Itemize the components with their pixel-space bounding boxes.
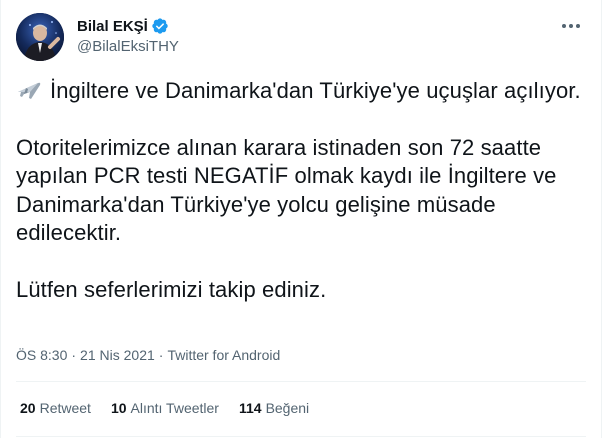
- tweet-paragraph-1: İngiltere ve Danimarka'dan Türkiye'ye uç…: [16, 77, 588, 106]
- tweet-text: İngiltere ve Danimarka'dan Türkiye'ye uç…: [16, 77, 588, 304]
- tweet-paragraph-1-text: İngiltere ve Danimarka'dan Türkiye'ye uç…: [50, 78, 581, 103]
- tweet-header: Bilal EKŞİ @BilalEksiTHY: [16, 13, 586, 61]
- quotes-label: Alıntı Tweetler: [130, 400, 219, 416]
- quotes-count: 10: [110, 400, 127, 416]
- tweet-time[interactable]: ÖS 8:30: [16, 347, 67, 363]
- likes-stat[interactable]: 114 Beğeni: [239, 400, 309, 416]
- likes-count: 114: [238, 400, 262, 416]
- verified-badge-icon: [152, 18, 168, 34]
- tweet-stats: 20 Retweet 10 Alıntı Tweetler 114 Beğeni: [20, 400, 329, 416]
- more-options-button[interactable]: [560, 19, 582, 33]
- tweet-paragraph-3: Lütfen seferlerimizi takip ediniz.: [16, 276, 327, 302]
- retweets-label: Retweet: [39, 400, 91, 416]
- author-block: Bilal EKŞİ @BilalEksiTHY: [77, 16, 179, 56]
- tweet-card: Bilal EKŞİ @BilalEksiTHY İngiltere ve Da…: [0, 0, 602, 438]
- likes-label: Beğeni: [265, 400, 310, 416]
- quotes-stat[interactable]: 10 Alıntı Tweetler: [111, 400, 219, 416]
- display-name[interactable]: Bilal EKŞİ: [77, 18, 148, 35]
- meta-separator: ·: [71, 347, 77, 363]
- author-handle[interactable]: @BilalEksiTHY: [77, 38, 179, 55]
- airplane-icon: [18, 82, 41, 99]
- more-dots-icon: [562, 24, 580, 28]
- retweets-stat[interactable]: 20 Retweet: [20, 400, 91, 416]
- tweet-meta: ÖS 8:30 · 21 Nis 2021 · Twitter for Andr…: [16, 347, 280, 363]
- tweet-date[interactable]: 21 Nis 2021: [80, 347, 155, 363]
- tweet-source[interactable]: Twitter for Android: [167, 347, 280, 363]
- divider: [16, 436, 586, 437]
- tweet-paragraph-2: Otoritelerimizce alınan karara istinaden…: [16, 134, 557, 246]
- avatar-image: [16, 13, 64, 61]
- retweets-count: 20: [20, 400, 36, 416]
- divider: [16, 381, 586, 382]
- meta-separator: ·: [158, 347, 164, 363]
- avatar[interactable]: [16, 13, 64, 61]
